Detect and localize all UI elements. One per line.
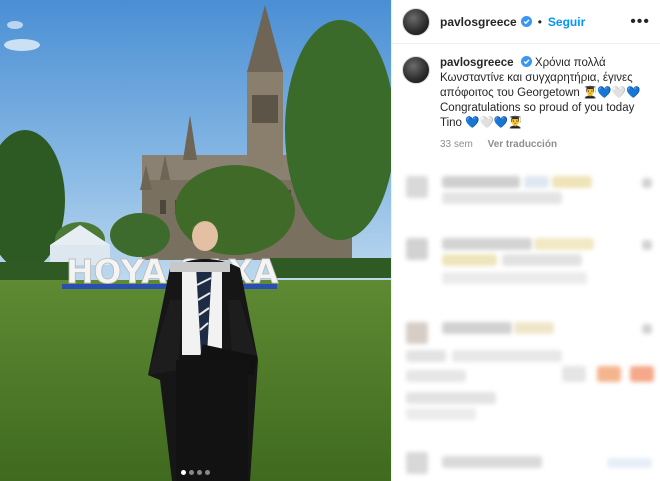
separator-dot: •	[537, 14, 542, 29]
comment-line	[452, 350, 562, 362]
comment-line	[514, 322, 554, 334]
comment-avatar	[406, 452, 428, 474]
comment-line	[442, 238, 532, 250]
comment-line	[406, 392, 496, 404]
caption-avatar[interactable]	[402, 56, 430, 84]
caption-meta: 33 sem Ver traducción	[440, 137, 650, 152]
post-side-panel: pavlosgreece • Seguir ••• pavlosgreece Χ…	[391, 0, 660, 481]
comment-line	[442, 176, 520, 188]
more-options-icon[interactable]: •••	[630, 13, 650, 31]
comment-line	[406, 370, 466, 382]
comment-like-icon	[642, 324, 652, 334]
comment-line	[630, 366, 654, 382]
caption-username[interactable]: pavlosgreece	[440, 57, 514, 69]
post-photo[interactable]: HOYA SAXA	[0, 0, 391, 481]
carousel-dot[interactable]	[181, 470, 186, 475]
carousel-dot[interactable]	[197, 470, 202, 475]
comment-line	[442, 192, 562, 204]
post-caption: pavlosgreece Χρόνια πολλά Κωνσταντίνε κα…	[392, 44, 660, 152]
comment-avatar	[406, 176, 428, 198]
comment-avatar	[406, 238, 428, 260]
time-ago[interactable]: 33 sem	[440, 139, 473, 150]
header-username[interactable]: pavlosgreece	[440, 15, 517, 29]
avatar[interactable]	[402, 7, 430, 36]
comment-line	[534, 238, 594, 250]
comment-line	[552, 176, 592, 188]
see-translation-link[interactable]: Ver traducción	[488, 139, 557, 150]
comment-line	[597, 366, 621, 382]
comment-line	[442, 272, 587, 284]
comment-line	[502, 254, 582, 266]
comment-line	[524, 176, 549, 188]
comment-line	[406, 350, 446, 362]
comment-line	[406, 408, 476, 420]
photo-image: HOYA SAXA	[0, 0, 391, 481]
post-header: pavlosgreece • Seguir •••	[392, 0, 660, 44]
carousel-dot[interactable]	[205, 470, 210, 475]
comment-line	[562, 366, 586, 382]
carousel-indicator	[0, 470, 391, 475]
comments-list	[392, 160, 660, 481]
comment-line	[442, 254, 497, 266]
comment-like-icon	[642, 178, 652, 188]
follow-button[interactable]: Seguir	[548, 15, 585, 29]
comment-line	[607, 458, 652, 468]
carousel-dot[interactable]	[189, 470, 194, 475]
verified-badge-icon	[520, 56, 532, 67]
comment-line	[442, 322, 512, 334]
verified-badge-icon	[520, 16, 532, 27]
comment-like-icon	[642, 240, 652, 250]
comment-line	[442, 456, 542, 468]
comment-avatar	[406, 322, 428, 344]
